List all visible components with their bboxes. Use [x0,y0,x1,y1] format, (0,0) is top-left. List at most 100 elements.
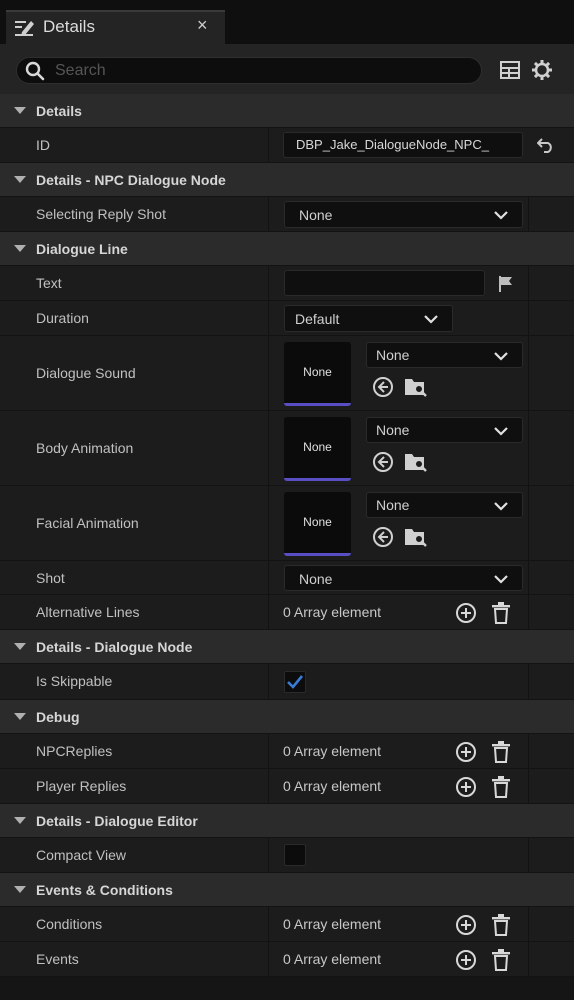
trash-icon[interactable] [491,914,511,936]
collapse-arrow-icon[interactable] [14,245,26,252]
table-view-icon[interactable] [499,59,521,81]
use-selected-icon[interactable] [372,451,394,473]
property-name: Body Animation [36,440,134,456]
property-name: Facial Animation [36,515,139,531]
collapse-arrow-icon[interactable] [14,643,26,650]
category-events-conditions[interactable]: Events & Conditions [0,873,574,907]
id-field[interactable]: DBP_Jake_DialogueNode_NPC_ [283,132,523,158]
property-row-conditions: Conditions 0 Array element [0,907,574,942]
property-name: Dialogue Sound [36,365,136,381]
array-count: 0 Array element [283,604,382,620]
property-row-facial-animation: Facial Animation None None [0,486,574,561]
property-name: Conditions [36,916,103,932]
array-count: 0 Array element [283,951,382,967]
property-row-text: Text [0,266,574,301]
trash-icon[interactable] [491,776,511,798]
trash-icon[interactable] [491,949,511,971]
category-dialogue-line[interactable]: Dialogue Line [0,232,574,266]
add-element-icon[interactable] [455,741,477,763]
chevron-down-icon [494,427,508,436]
search-icon [25,61,45,81]
sound-asset-dropdown[interactable]: None [366,342,523,368]
asset-thumbnail[interactable]: None [284,417,351,481]
category-dialogue-editor[interactable]: Details - Dialogue Editor [0,804,574,838]
array-count: 0 Array element [283,778,382,794]
property-row-id: ID DBP_Jake_DialogueNode_NPC_ [0,128,574,163]
collapse-arrow-icon[interactable] [14,817,26,824]
add-element-icon[interactable] [455,602,477,624]
shot-dropdown[interactable]: None [284,565,523,591]
settings-gear-icon[interactable] [531,59,553,81]
collapse-arrow-icon[interactable] [14,886,26,893]
property-row-npc-replies: NPCReplies 0 Array element [0,734,574,769]
property-name: Selecting Reply Shot [36,206,166,222]
category-debug[interactable]: Debug [0,700,574,734]
category-details[interactable]: Details [0,94,574,128]
property-row-shot: Shot None [0,561,574,595]
array-count: 0 Array element [283,743,382,759]
collapse-arrow-icon[interactable] [14,713,26,720]
details-toolbar [0,44,574,94]
skippable-checkbox[interactable] [284,671,306,693]
add-element-icon[interactable] [455,949,477,971]
browse-folder-icon[interactable] [404,451,428,473]
compact-view-checkbox[interactable] [284,844,306,866]
search-box [16,57,482,84]
property-name: Player Replies [36,778,127,794]
use-selected-icon[interactable] [372,376,394,398]
property-row-selecting-reply-shot: Selecting Reply Shot None [0,197,574,232]
body-animation-dropdown[interactable]: None [366,417,523,443]
property-name: Is Skippable [36,673,113,689]
property-name: Shot [36,570,65,586]
property-name: Compact View [36,847,127,863]
chevron-down-icon [494,575,508,584]
reset-arrow-icon[interactable] [537,137,555,153]
add-element-icon[interactable] [455,914,477,936]
duration-dropdown[interactable]: Default [284,305,453,332]
edit-details-icon [15,21,34,36]
chevron-down-icon [494,352,508,361]
facial-animation-dropdown[interactable]: None [366,492,523,518]
asset-thumbnail[interactable]: None [284,342,351,406]
browse-folder-icon[interactable] [404,526,428,548]
property-name: Text [36,275,62,291]
collapse-arrow-icon[interactable] [14,107,26,114]
asset-actions [370,376,430,400]
property-row-duration: Duration Default [0,301,574,336]
asset-thumbnail[interactable]: None [284,492,351,556]
check-icon [287,675,304,689]
asset-actions [370,526,430,550]
trash-icon[interactable] [491,741,511,763]
property-row-alternative-lines: Alternative Lines 0 Array element [0,595,574,630]
property-row-is-skippable: Is Skippable [0,664,574,700]
property-list: Details ID DBP_Jake_DialogueNode_NPC_ De… [0,94,574,977]
asset-actions [370,451,430,475]
collapse-arrow-icon[interactable] [14,176,26,183]
property-row-compact-view: Compact View [0,838,574,873]
property-name: NPCReplies [36,743,113,759]
use-selected-icon[interactable] [372,526,394,548]
chevron-down-icon [494,502,508,511]
tab-title: Details [43,17,95,36]
property-row-player-replies: Player Replies 0 Array element [0,769,574,804]
localization-flag-icon[interactable] [497,275,515,293]
property-row-dialogue-sound: Dialogue Sound None None [0,336,574,411]
search-input[interactable] [55,60,465,82]
property-name: Alternative Lines [36,604,140,620]
tab-bar: Details × [0,0,574,44]
reply-shot-dropdown[interactable]: None [284,201,523,228]
browse-folder-icon[interactable] [404,376,428,398]
tab-details[interactable]: Details × [6,10,225,44]
text-input[interactable] [284,270,485,296]
chevron-down-icon [424,315,438,324]
close-icon[interactable]: × [197,15,208,36]
chevron-down-icon [494,211,508,220]
property-row-events: Events 0 Array element [0,942,574,977]
property-name: Duration [36,310,89,326]
category-dialogue-node[interactable]: Details - Dialogue Node [0,630,574,664]
array-count: 0 Array element [283,916,382,932]
property-row-body-animation: Body Animation None None [0,411,574,486]
add-element-icon[interactable] [455,776,477,798]
trash-icon[interactable] [491,602,511,624]
category-npc-dialogue-node[interactable]: Details - NPC Dialogue Node [0,163,574,197]
